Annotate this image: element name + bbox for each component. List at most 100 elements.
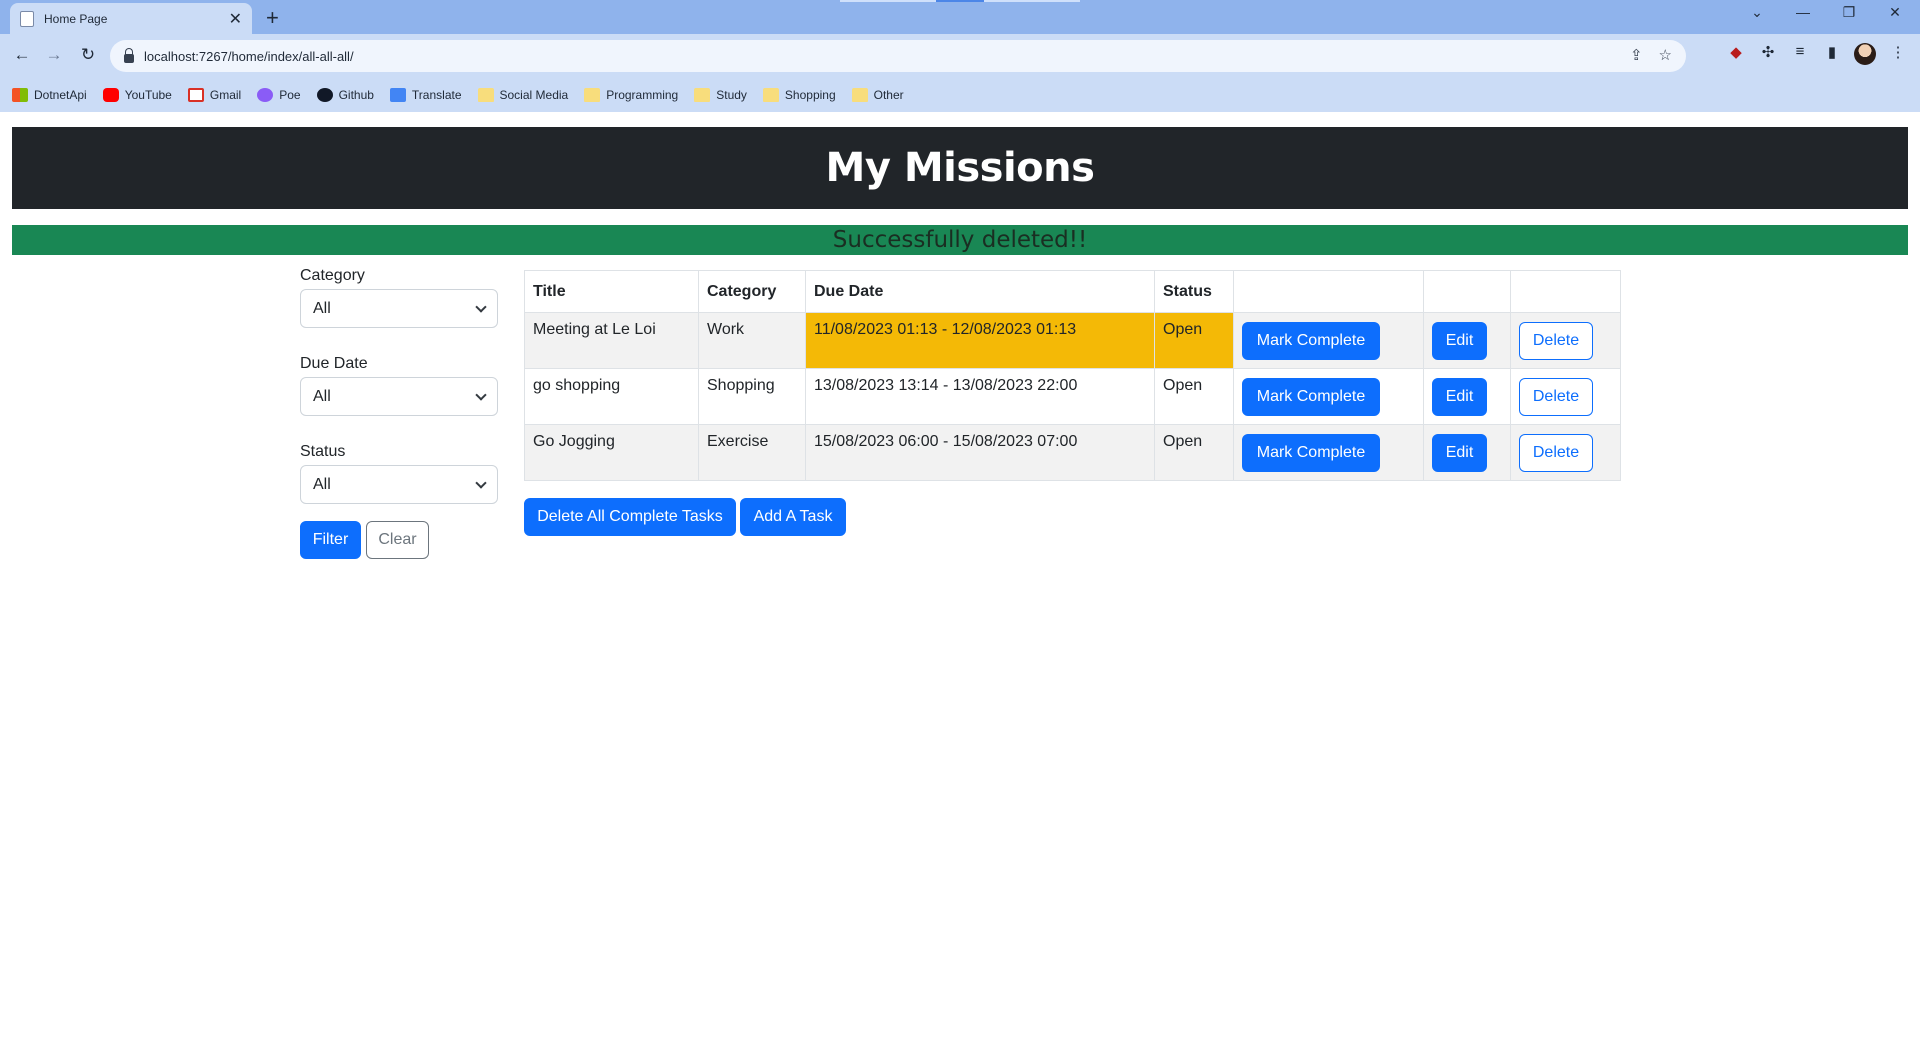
url-text[interactable]: localhost:7267/home/index/all-all-all/ <box>144 49 354 64</box>
category-select[interactable]: All <box>300 289 498 328</box>
yt-icon <box>102 88 119 102</box>
profile-avatar[interactable] <box>1854 43 1876 65</box>
bookmark-label: Shopping <box>784 88 836 102</box>
bookmark-item[interactable]: Github <box>316 88 374 102</box>
clear-button[interactable]: Clear <box>366 521 429 559</box>
extensions-icon[interactable]: ✣ <box>1758 43 1778 61</box>
bookmark-label: Programming <box>606 88 679 102</box>
delete-button[interactable]: Delete <box>1519 321 1593 360</box>
bookmark-item[interactable]: Gmail <box>187 88 242 102</box>
minimize-icon[interactable]: — <box>1788 4 1818 20</box>
due-date-cell: 11/08/2023 01:13 - 12/08/2023 01:13 <box>805 312 1155 369</box>
new-tab-button[interactable]: + <box>266 5 279 31</box>
filter-panel: Category All Due Date All Status All Fil… <box>300 267 500 559</box>
action-cell: Mark Complete <box>1233 368 1424 425</box>
gm-icon <box>187 88 204 102</box>
column-header: Title <box>524 270 699 313</box>
edit-button[interactable]: Edit <box>1432 377 1487 416</box>
window-close-icon[interactable]: ✕ <box>1880 4 1910 21</box>
chevron-down-icon <box>475 388 487 401</box>
bookmark-item[interactable]: Social Media <box>477 88 568 102</box>
tab-search-icon[interactable]: ⌄ <box>1742 4 1772 21</box>
folder-icon <box>851 88 868 102</box>
bookmark-label: Translate <box>411 88 462 102</box>
status-cell: Open <box>1154 424 1234 481</box>
action-cell: Edit <box>1423 312 1511 369</box>
action-cell: Mark Complete <box>1233 312 1424 369</box>
due-date-cell: 15/08/2023 06:00 - 15/08/2023 07:00 <box>805 424 1155 481</box>
column-header: Status <box>1154 270 1234 313</box>
folder-icon <box>694 88 711 102</box>
bookmarks-bar: DotnetApi YouTube Gmail Poe Github Translate S… <box>0 78 1920 112</box>
action-cell: Mark Complete <box>1233 424 1424 481</box>
table-row: go shopping Shopping 13/08/2023 13:14 - 13… <box>524 368 1621 425</box>
page-icon <box>20 10 34 27</box>
folder-icon <box>477 88 494 102</box>
alert-message: Successfully deleted!! <box>832 227 1088 253</box>
category-cell: Shopping <box>698 368 806 425</box>
bookmark-label: Study <box>716 88 747 102</box>
edit-button[interactable]: Edit <box>1432 321 1487 360</box>
action-cell: Delete <box>1510 368 1621 425</box>
address-bar[interactable]: localhost:7267/home/index/all-all-all/ ⇪… <box>110 40 1686 72</box>
bookmark-item[interactable]: Other <box>851 88 904 102</box>
column-header: Category <box>698 270 806 313</box>
browser-toolbar: ← → ↻ localhost:7267/home/index/all-all-… <box>0 34 1920 78</box>
bookmark-item[interactable]: Programming <box>584 88 678 102</box>
category-label: Category <box>300 267 365 284</box>
due-date-cell: 13/08/2023 13:14 - 13/08/2023 22:00 <box>805 368 1155 425</box>
bookmark-item[interactable]: Poe <box>257 88 301 102</box>
delete-button[interactable]: Delete <box>1519 433 1593 472</box>
browser-tabstrip: Home Page ✕ + ⌄ — ❐ ✕ <box>0 0 1920 34</box>
bookmark-item[interactable]: Translate <box>389 88 462 102</box>
bookmark-label: Gmail <box>209 88 242 102</box>
reload-icon[interactable]: ↻ <box>76 45 100 65</box>
page-title: My Missions <box>825 145 1095 191</box>
menu-icon[interactable]: ⋮ <box>1888 43 1908 61</box>
due-date-label: Due Date <box>300 355 368 372</box>
share-icon[interactable]: ⇪ <box>1630 46 1643 64</box>
bookmark-item[interactable]: YouTube <box>102 88 172 102</box>
edit-button[interactable]: Edit <box>1432 433 1487 472</box>
success-alert: Successfully deleted!! <box>12 225 1908 255</box>
due-date-select[interactable]: All <box>300 377 498 416</box>
category-cell: Work <box>698 312 806 369</box>
title-cell: Meeting at Le Loi <box>524 312 699 369</box>
ublock-icon[interactable]: ◆ <box>1726 43 1746 61</box>
delete-button[interactable]: Delete <box>1519 377 1593 416</box>
mark-complete-button[interactable]: Mark Complete <box>1242 433 1380 472</box>
column-header <box>1233 270 1424 313</box>
back-icon[interactable]: ← <box>10 45 34 65</box>
sidepanel-icon[interactable]: ▮ <box>1822 43 1842 61</box>
tab-title: Home Page <box>44 11 108 26</box>
ms-icon <box>12 88 28 102</box>
filter-button[interactable]: Filter <box>300 521 361 559</box>
add-task-button[interactable]: Add A Task <box>740 498 846 536</box>
bookmark-label: Github <box>338 88 374 102</box>
mark-complete-button[interactable]: Mark Complete <box>1242 377 1380 416</box>
star-icon[interactable]: ☆ <box>1659 46 1672 64</box>
browser-tab[interactable]: Home Page ✕ <box>10 3 252 34</box>
bookmark-item[interactable]: Study <box>694 88 747 102</box>
page-content: My Missions Successfully deleted!! Categ… <box>0 112 1920 1040</box>
folder-icon <box>762 88 779 102</box>
bookmark-label: Poe <box>279 88 301 102</box>
gh-icon <box>316 88 333 102</box>
media-icon[interactable]: ≡ <box>1790 43 1810 60</box>
bookmark-item[interactable]: DotnetApi <box>12 88 87 102</box>
forward-icon[interactable]: → <box>42 45 66 65</box>
bottom-actions: Delete All Complete Tasks Add A Task <box>524 498 846 536</box>
mark-complete-button[interactable]: Mark Complete <box>1242 321 1380 360</box>
bookmark-label: YouTube <box>124 88 172 102</box>
bookmark-label: DotnetApi <box>34 88 87 102</box>
tr-icon <box>389 88 406 102</box>
table-row: Go Jogging Exercise 15/08/2023 06:00 - 15/… <box>524 424 1621 481</box>
poe-icon <box>257 88 274 102</box>
restore-icon[interactable]: ❐ <box>1834 4 1864 21</box>
bookmark-item[interactable]: Shopping <box>762 88 836 102</box>
status-select[interactable]: All <box>300 465 498 504</box>
status-label: Status <box>300 443 346 460</box>
status-select-value: All <box>313 475 331 493</box>
close-icon[interactable]: ✕ <box>229 9 242 29</box>
delete-all-complete-button[interactable]: Delete All Complete Tasks <box>524 498 736 536</box>
